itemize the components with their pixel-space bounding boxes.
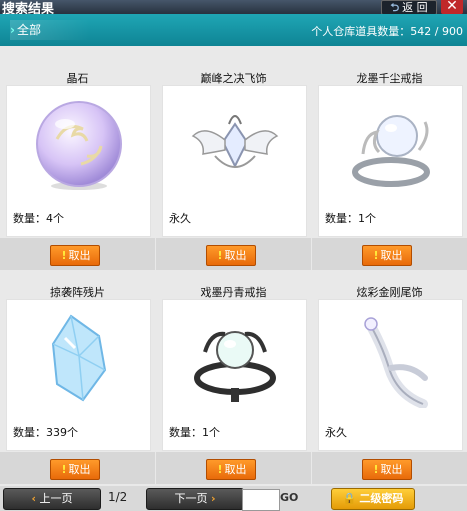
category-bar: › 全部 个人仓库道具数量：542 / 900 (0, 14, 467, 46)
page-indicator: 1/2 (108, 490, 128, 504)
item-name: 巅峰之决飞饰 (200, 72, 267, 85)
chevron-right-icon: › (10, 23, 15, 37)
chevron-left-icon: ‹ (31, 492, 37, 505)
item-name: 晶石 (66, 72, 89, 85)
wing-ornament-icon (191, 115, 279, 169)
item-panel[interactable]: 数量：1个 (318, 85, 463, 237)
back-button-label: 返 回 (402, 1, 428, 14)
next-page-label: 下一页 (174, 492, 208, 505)
item-footer: ! 取出 (312, 238, 467, 270)
exclamation-icon: ! (217, 463, 223, 476)
item-panel[interactable]: 数量：339个 (6, 299, 151, 451)
item-quantity: 数量：339个 (13, 426, 78, 439)
lock-icon: 🔒 (342, 492, 357, 505)
item-panel[interactable]: 数量：1个 (162, 299, 307, 451)
exclamation-icon: ! (217, 249, 223, 262)
take-out-label: 取出 (224, 463, 247, 476)
item-name: 炫彩金刚尾饰 (356, 286, 423, 299)
take-out-button[interactable]: ! 取出 (362, 459, 412, 480)
crystal-orb-icon (36, 101, 122, 190)
tab-all[interactable]: › 全部 (10, 20, 90, 40)
next-page-button[interactable]: 下一页 › (146, 488, 244, 510)
crystal-shard-icon (51, 314, 107, 402)
take-out-button[interactable]: ! 取出 (206, 459, 256, 480)
item-name: 龙墨千尘戒指 (356, 72, 423, 85)
prev-page-button[interactable]: ‹ 上一页 (3, 488, 101, 510)
tab-all-label: 全部 (16, 23, 41, 37)
exclamation-icon: ! (61, 249, 67, 262)
take-out-label: 取出 (380, 249, 403, 262)
item-quantity: 永久 (325, 426, 347, 439)
item-name: 掠袭阵残片 (50, 286, 105, 299)
prev-page-label: 上一页 (39, 492, 73, 505)
secondary-password-label: 二级密码 (359, 492, 404, 505)
item-footer: ! 取出 (156, 452, 311, 484)
item-card: 龙墨千尘戒指 数量：1个 ! 取出 (312, 58, 467, 270)
item-panel[interactable]: 永久 (162, 85, 307, 237)
item-footer: ! 取出 (156, 238, 311, 270)
exclamation-icon: ! (373, 463, 379, 476)
ink-ring-icon (194, 331, 276, 402)
item-panel[interactable]: 数量：4个 (6, 85, 151, 237)
tail-ornament-icon (364, 317, 428, 408)
exclamation-icon: ! (61, 463, 67, 476)
item-quantity: 永久 (169, 212, 191, 225)
chevron-right-icon: › (210, 492, 216, 505)
back-button[interactable]: ⮌ 返 回 (381, 0, 437, 15)
item-quantity: 数量：1个 (325, 212, 376, 225)
storage-capacity: 个人仓库道具数量：542 / 900 (311, 25, 463, 38)
exclamation-icon: ! (373, 249, 379, 262)
item-name: 戏墨丹青戒指 (200, 286, 267, 299)
item-footer: ! 取出 (0, 452, 155, 484)
take-out-button[interactable]: ! 取出 (50, 459, 100, 480)
item-card: 巅峰之决飞饰 永久 ! 取出 (156, 58, 311, 270)
back-arrow-icon: ⮌ (390, 1, 400, 14)
item-quantity: 数量：1个 (169, 426, 220, 439)
close-button[interactable]: ✕ (441, 0, 463, 14)
item-panel[interactable]: 永久 (318, 299, 463, 451)
item-card: 戏墨丹青戒指 数量：1个 ! 取出 (156, 272, 311, 484)
take-out-label: 取出 (380, 463, 403, 476)
title-bar: 搜索结果 ⮌ 返 回 ✕ (0, 0, 467, 17)
item-footer: ! 取出 (0, 238, 155, 270)
item-card: 炫彩金刚尾饰 永久 ! 取出 (312, 272, 467, 484)
take-out-label: 取出 (224, 249, 247, 262)
take-out-label: 取出 (68, 249, 91, 262)
item-card: 晶石 数量：4个 ! 取出 (0, 58, 155, 270)
take-out-button[interactable]: ! 取出 (362, 245, 412, 266)
pagination-bar: ‹ 上一页 1/2 下一页 › GO 🔒 二级密码 (0, 486, 467, 511)
take-out-button[interactable]: ! 取出 (50, 245, 100, 266)
page-number-input[interactable] (242, 489, 280, 511)
go-button[interactable]: GO (280, 491, 298, 504)
dragon-ring-icon (352, 115, 430, 187)
take-out-button[interactable]: ! 取出 (206, 245, 256, 266)
item-quantity: 数量：4个 (13, 212, 64, 225)
close-icon: ✕ (446, 0, 458, 14)
take-out-label: 取出 (68, 463, 91, 476)
item-footer: ! 取出 (312, 452, 467, 484)
secondary-password-button[interactable]: 🔒 二级密码 (331, 488, 415, 510)
item-card: 掠袭阵残片 数量：339个 ! 取出 (0, 272, 155, 484)
